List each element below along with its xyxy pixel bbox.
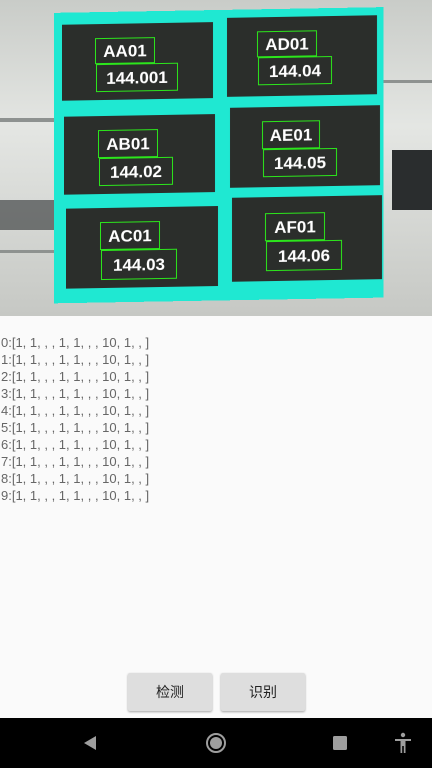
background-object — [0, 200, 56, 230]
log-line: 1:[1, 1, , , 1, 1, , , 10, 1, , ] — [1, 352, 150, 367]
background-monitor — [392, 150, 432, 210]
cell-value: 144.06 — [278, 245, 330, 266]
log-line: 4:[1, 1, , , 1, 1, , , 10, 1, , ] — [1, 403, 150, 418]
navigation-bar — [0, 718, 432, 768]
log-line: 0:[1, 1, , , 1, 1, , , 10, 1, , ] — [1, 335, 150, 350]
panel-cell: AF01 144.06 — [232, 195, 382, 282]
back-triangle-icon[interactable] — [70, 718, 110, 768]
panel-cell: AC01 144.03 — [66, 206, 218, 289]
value-box: 144.001 — [96, 62, 178, 93]
log-line: 8:[1, 1, , , 1, 1, , , 10, 1, , ] — [1, 471, 150, 486]
log-line: 9:[1, 1, , , 1, 1, , , 10, 1, , ] — [1, 488, 150, 503]
panel-cell: AD01 144.04 — [227, 15, 377, 97]
code-box: AB01 — [98, 129, 158, 159]
home-circle-icon[interactable] — [196, 718, 236, 768]
cell-value: 144.001 — [106, 67, 168, 88]
log-line: 7:[1, 1, , , 1, 1, , , 10, 1, , ] — [1, 454, 150, 469]
cell-value: 144.03 — [113, 254, 165, 275]
detect-button[interactable]: 检测 — [128, 673, 212, 711]
log-line: 6:[1, 1, , , 1, 1, , , 10, 1, , ] — [1, 437, 150, 452]
value-box: 144.06 — [266, 239, 342, 272]
result-log: 0:[1, 1, , , 1, 1, , , 10, 1, , ] 1:[1, … — [0, 334, 432, 504]
cell-value: 144.02 — [110, 161, 162, 182]
panel-cell: AE01 144.05 — [230, 105, 380, 188]
value-box: 144.05 — [263, 147, 337, 178]
code-box: AA01 — [95, 37, 155, 65]
background-shelf — [0, 118, 60, 122]
value-box: 144.03 — [101, 248, 177, 281]
log-line: 2:[1, 1, , , 1, 1, , , 10, 1, , ] — [1, 369, 150, 384]
log-line: 3:[1, 1, , , 1, 1, , , 10, 1, , ] — [1, 386, 150, 401]
background-shelf-right — [380, 80, 432, 83]
panel-cell: AA01 144.001 — [62, 22, 213, 101]
accessibility-icon[interactable] — [383, 718, 423, 768]
background-rail — [0, 250, 60, 253]
code-box: AD01 — [257, 30, 317, 58]
cell-code: AC01 — [108, 225, 152, 246]
value-box: 144.04 — [258, 56, 332, 86]
log-line: 5:[1, 1, , , 1, 1, , , 10, 1, , ] — [1, 420, 150, 435]
camera-preview: AA01 144.001 AD01 144.04 AB01 144.02 AE0… — [0, 0, 432, 316]
cell-code: AF01 — [274, 216, 316, 237]
code-box: AC01 — [100, 221, 160, 251]
cell-code: AA01 — [103, 40, 147, 61]
cell-value: 144.05 — [274, 152, 326, 173]
cell-code: AE01 — [269, 124, 313, 145]
label-panel: AA01 144.001 AD01 144.04 AB01 144.02 AE0… — [54, 7, 383, 303]
cell-value: 144.04 — [269, 60, 321, 81]
value-box: 144.02 — [99, 156, 173, 187]
recents-square-icon[interactable] — [320, 718, 360, 768]
code-box: AE01 — [262, 120, 320, 150]
cell-code: AD01 — [265, 33, 309, 54]
recognize-button[interactable]: 识别 — [221, 673, 305, 711]
code-box: AF01 — [265, 212, 325, 242]
cell-code: AB01 — [106, 133, 150, 154]
panel-cell: AB01 144.02 — [64, 114, 215, 195]
